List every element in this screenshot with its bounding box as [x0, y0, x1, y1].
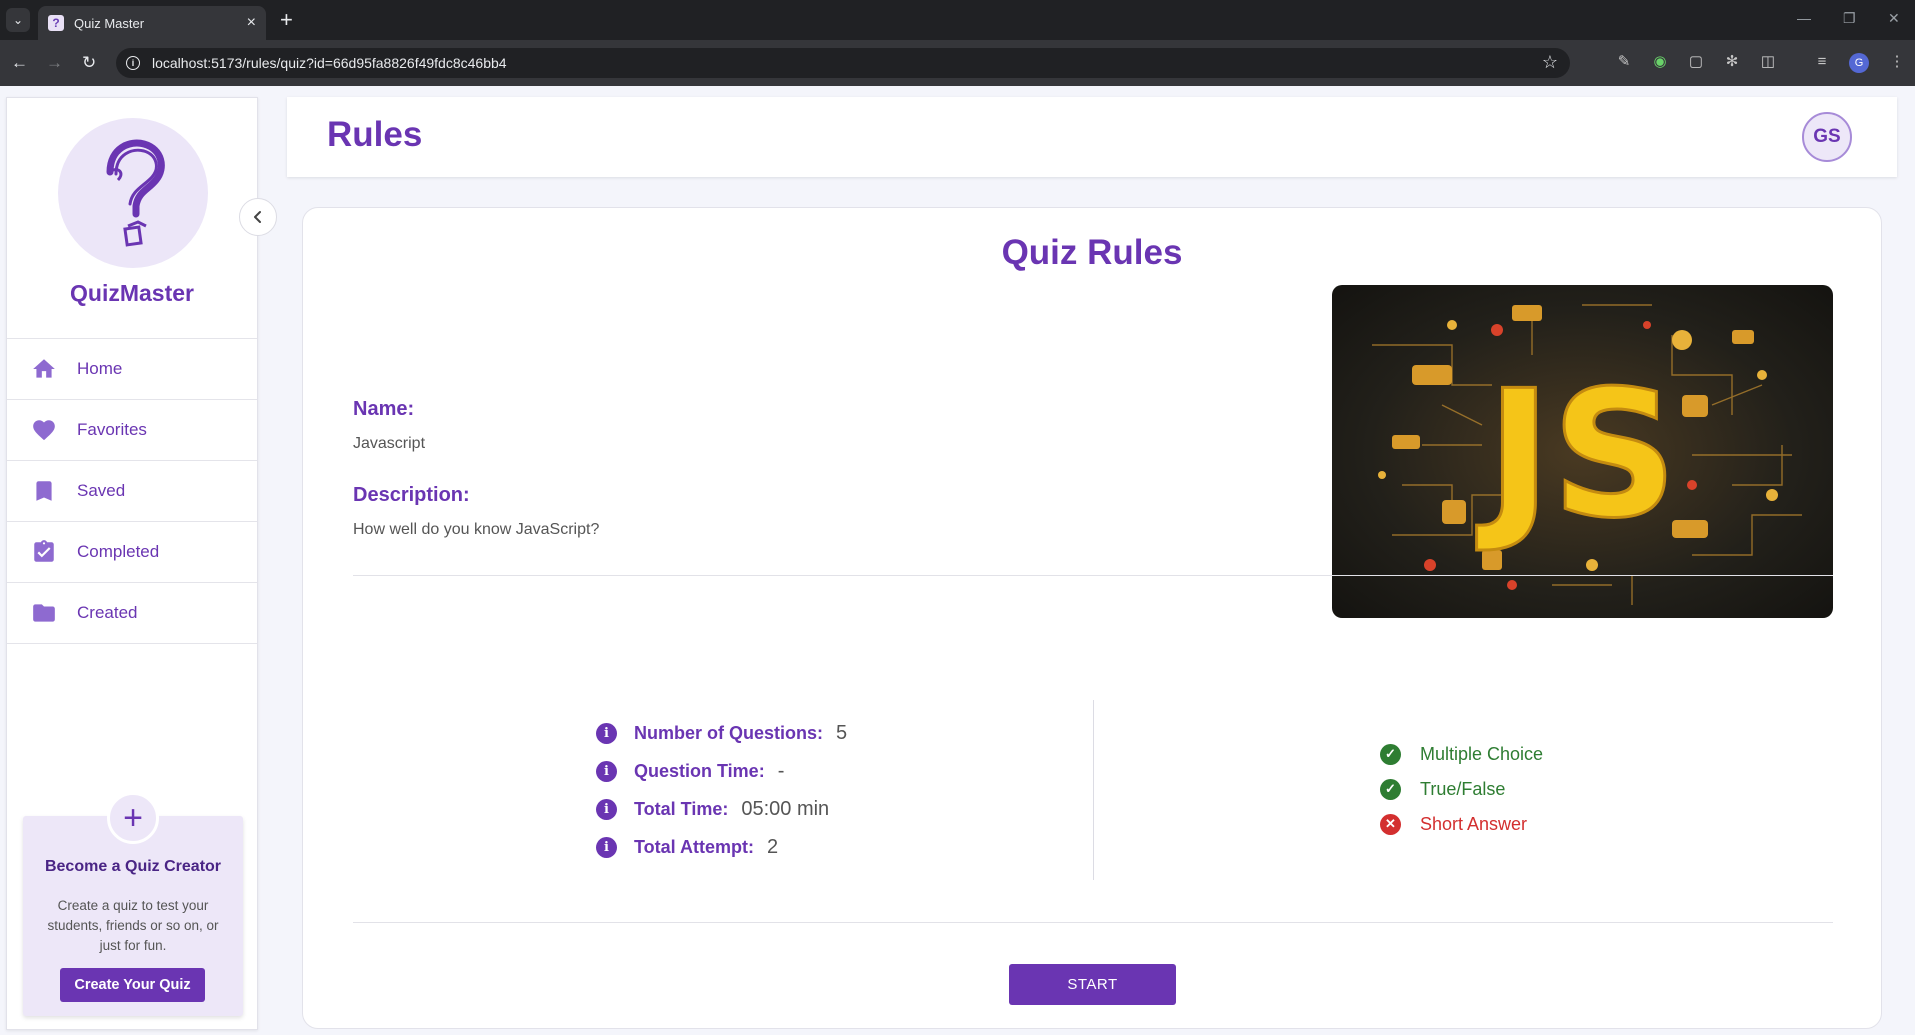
sidebar-item-label: Completed	[77, 542, 160, 561]
minimize-icon[interactable]: —	[1797, 10, 1811, 26]
page-header: Rules GS	[287, 97, 1897, 177]
favicon-icon: ?	[48, 15, 64, 31]
question-type-label: True/False	[1420, 778, 1506, 799]
quiz-cover-image: JS	[1332, 285, 1833, 618]
stat-total-time: i Total Time: 05:00 min	[596, 796, 829, 822]
sidebar-item-completed[interactable]: Completed	[7, 522, 257, 583]
sidebar-nav: Home Favorites Saved Completed Created	[7, 338, 257, 644]
stat-value: 2	[766, 835, 779, 858]
quiz-logo-icon	[58, 118, 208, 268]
sidebar-item-label: Favorites	[77, 420, 147, 439]
start-button[interactable]: START	[1009, 964, 1176, 1005]
sidebar: QuizMaster Home Favorites Saved Complete…	[6, 97, 258, 1030]
question-type-multiple-choice: ✓ Multiple Choice	[1380, 741, 1543, 767]
clipboard-check-icon	[34, 540, 54, 562]
check-circle-icon: ✓	[1380, 743, 1401, 765]
info-icon: i	[596, 722, 617, 744]
tab-title: Quiz Master	[74, 15, 145, 31]
sidebar-item-label: Home	[77, 359, 123, 378]
stat-label: Total Attempt:	[634, 836, 754, 857]
address-bar[interactable]: i localhost:5173/rules/quiz?id=66d95fa88…	[116, 48, 1570, 78]
stat-label: Number of Questions:	[634, 722, 824, 743]
description-label: Description:	[353, 484, 470, 506]
sidebar-item-label: Saved	[77, 481, 126, 500]
page-title: Rules	[327, 115, 423, 154]
info-icon: i	[596, 798, 617, 820]
extension-icon[interactable]: ▢	[1687, 53, 1705, 71]
become-creator-card: + Become a Quiz Creator Create a quiz to…	[23, 792, 243, 1016]
stat-number-of-questions: i Number of Questions: 5	[596, 720, 847, 746]
cancel-circle-icon: ✕	[1380, 813, 1401, 835]
creator-card-title: Become a Quiz Creator	[44, 858, 222, 875]
question-type-label: Short Answer	[1420, 813, 1528, 834]
divider	[353, 575, 1833, 576]
collapse-sidebar-button[interactable]	[239, 198, 277, 236]
puzzle-icon[interactable]: ◫	[1759, 53, 1777, 71]
folder-icon	[33, 604, 55, 622]
description-value: How well do you know JavaScript?	[353, 521, 600, 538]
create-your-quiz-button[interactable]: Create Your Quiz	[60, 968, 205, 1002]
media-icon[interactable]: ≡	[1813, 53, 1831, 71]
stat-value: 05:00 min	[741, 797, 830, 820]
card-title: Quiz Rules	[1001, 233, 1183, 272]
plus-icon: +	[107, 792, 159, 844]
tab-list-icon[interactable]: ⌄	[6, 8, 30, 32]
creator-card-text: Create a quiz to test your students, fri…	[47, 898, 219, 953]
stat-total-attempt: i Total Attempt: 2	[596, 834, 778, 860]
sidebar-item-created[interactable]: Created	[7, 583, 257, 644]
menu-icon[interactable]: ⋮	[1888, 53, 1906, 71]
info-icon[interactable]: i	[126, 56, 140, 70]
browser-toolbar: ← → ↻ i localhost:5173/rules/quiz?id=66d…	[0, 40, 1915, 86]
check-circle-icon: ✓	[1380, 778, 1401, 800]
question-type-true-false: ✓ True/False	[1380, 776, 1505, 802]
info-icon: i	[596, 760, 617, 782]
profile-avatar[interactable]: G	[1849, 53, 1869, 73]
reload-icon[interactable]: ↻	[82, 53, 96, 73]
name-label: Name:	[353, 398, 415, 420]
sidebar-item-saved[interactable]: Saved	[7, 461, 257, 522]
info-icon: i	[596, 836, 617, 858]
stat-question-time: i Question Time: -	[596, 758, 784, 784]
sidebar-item-label: Created	[77, 603, 138, 622]
js-logo: JS	[1476, 354, 1677, 557]
chevron-left-icon	[254, 211, 261, 223]
browser-tab[interactable]: ? Quiz Master ×	[38, 6, 266, 40]
name-value: Javascript	[353, 435, 426, 452]
question-type-short-answer: ✕ Short Answer	[1380, 811, 1527, 837]
extension-icon[interactable]: ◉	[1651, 53, 1669, 71]
restore-icon[interactable]: ❐	[1843, 10, 1856, 27]
question-type-label: Multiple Choice	[1420, 743, 1544, 764]
back-icon[interactable]: ←	[11, 53, 28, 73]
heart-icon	[33, 420, 55, 441]
quiz-rules-card: Quiz Rules Name: Javascript Description:…	[302, 207, 1882, 1029]
home-icon	[33, 359, 55, 378]
stat-value: 5	[836, 721, 848, 744]
stat-label: Question Time:	[634, 760, 765, 781]
brand-name: QuizMaster	[70, 280, 194, 306]
avatar[interactable]: GS	[1802, 112, 1852, 162]
plus-icon[interactable]: +	[280, 8, 293, 32]
window-close-icon[interactable]: ✕	[1888, 10, 1900, 27]
eyedropper-icon[interactable]: ✎	[1615, 53, 1633, 71]
divider	[353, 922, 1833, 923]
close-icon[interactable]: ×	[247, 15, 256, 31]
browser-tab-strip: ⌄ ? Quiz Master × + — ❐ ✕	[0, 0, 1915, 40]
stat-value: -	[777, 759, 785, 782]
extension-icon[interactable]: ✻	[1723, 53, 1741, 71]
stat-label: Total Time:	[634, 798, 729, 819]
url-text[interactable]: localhost:5173/rules/quiz?id=66d95fa8826…	[152, 55, 507, 71]
forward-icon[interactable]: →	[46, 53, 63, 73]
sidebar-item-favorites[interactable]: Favorites	[7, 400, 257, 461]
bookmark-icon	[36, 481, 52, 501]
star-icon[interactable]: ☆	[1542, 52, 1558, 73]
vertical-divider	[1093, 700, 1094, 880]
sidebar-item-home[interactable]: Home	[7, 339, 257, 400]
